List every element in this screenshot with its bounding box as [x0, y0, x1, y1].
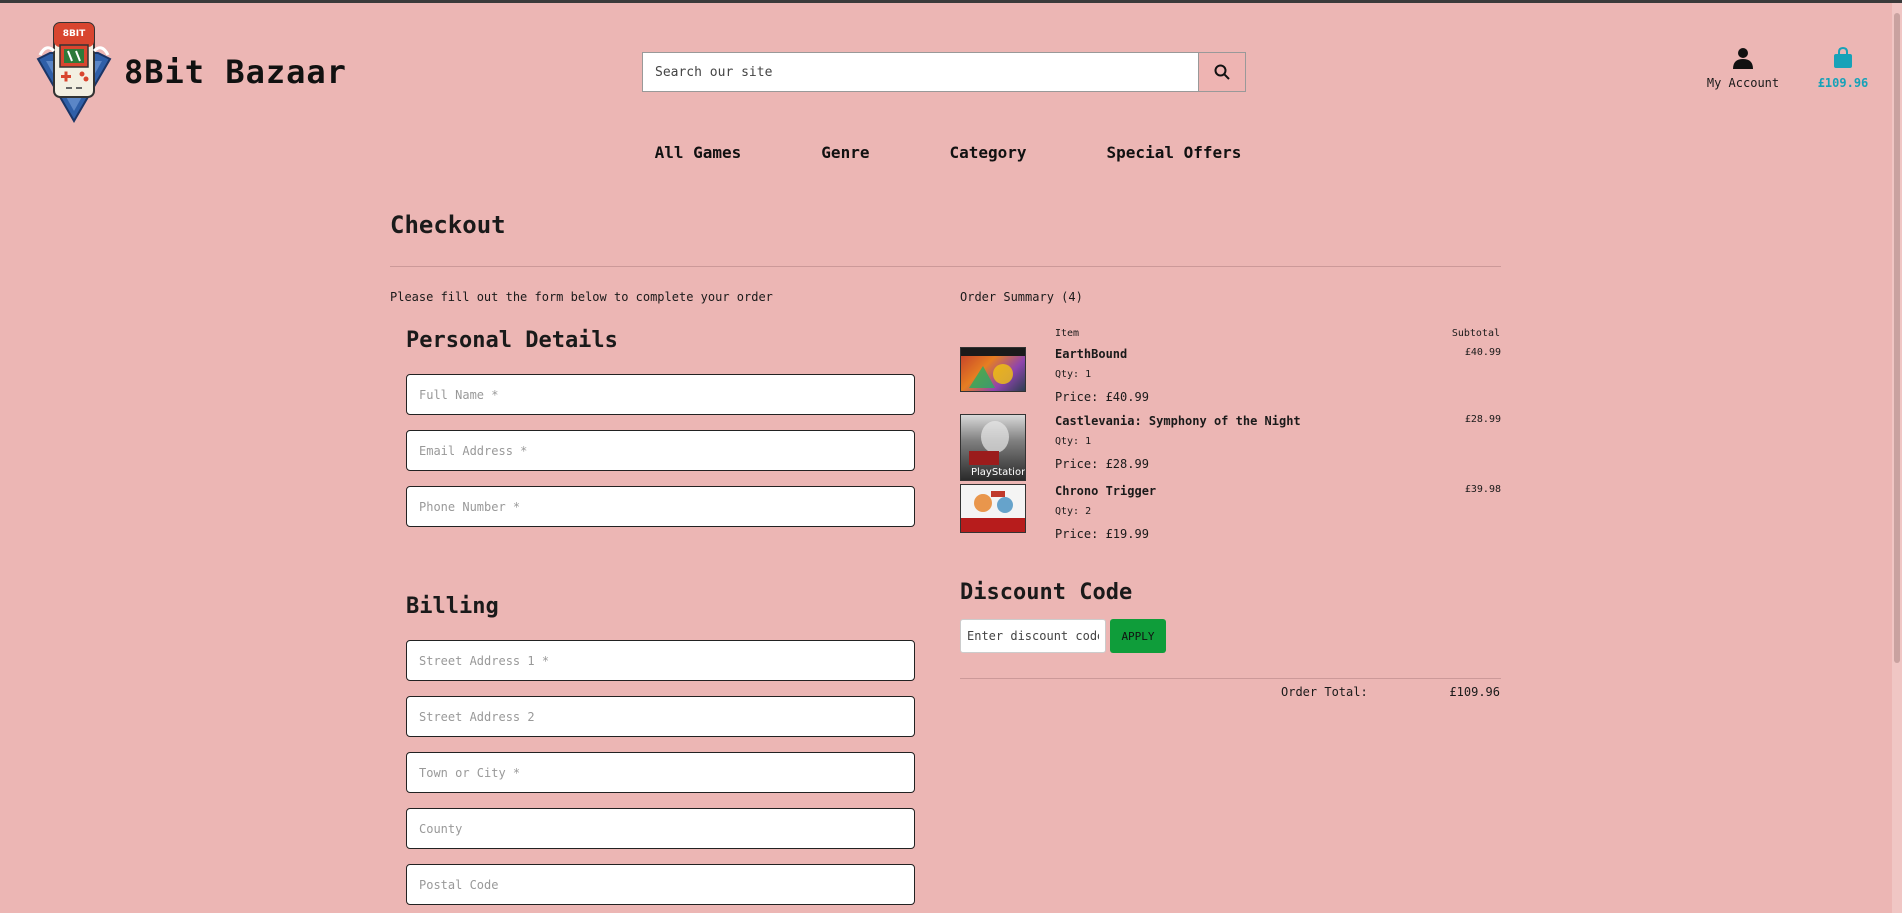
item-subtotal: £28.99 [1464, 414, 1501, 425]
billing-heading: Billing [406, 594, 499, 619]
scrollbar[interactable] [1892, 3, 1902, 913]
order-item: Chrono Trigger Qty: 2 Price: £19.99 £39.… [960, 484, 1501, 541]
item-subtotal: £40.99 [1464, 347, 1501, 358]
discount-code-input[interactable] [960, 619, 1106, 653]
item-qty: Qty: 1 [1055, 436, 1092, 447]
title-divider [390, 266, 1501, 267]
search-form [642, 52, 1246, 92]
apply-discount-button[interactable]: APPLY [1110, 619, 1166, 653]
scrollbar-thumb[interactable] [1894, 13, 1900, 663]
email-field[interactable] [406, 430, 915, 471]
town-city-field[interactable] [406, 752, 915, 793]
street-address-2-field[interactable] [406, 696, 915, 737]
item-price: Price: £19.99 [1055, 527, 1149, 541]
total-divider [960, 678, 1501, 679]
item-price: Price: £28.99 [1055, 457, 1149, 471]
nav-genre[interactable]: Genre [821, 143, 869, 162]
item-name[interactable]: Chrono Trigger [1055, 484, 1156, 498]
page-title: Checkout [390, 211, 506, 239]
full-name-field[interactable] [406, 374, 915, 415]
search-icon [1214, 64, 1230, 80]
column-header-item: Item [1055, 328, 1080, 339]
search-input[interactable] [642, 52, 1198, 92]
county-field[interactable] [406, 808, 915, 849]
item-name[interactable]: EarthBound [1055, 347, 1127, 361]
site-logo-link[interactable]: 8BIT 8Bit Bazaar [36, 21, 347, 123]
my-account-label: My Account [1706, 76, 1780, 90]
order-total-value: £109.96 [1449, 685, 1500, 699]
item-thumbnail-earthbound[interactable] [960, 347, 1026, 392]
search-button[interactable] [1198, 52, 1246, 92]
main-nav: All Games Genre Category Special Offers [0, 143, 1902, 162]
item-qty: Qty: 1 [1055, 369, 1092, 380]
logo-icon: 8BIT [36, 21, 112, 123]
nav-category[interactable]: Category [949, 143, 1026, 162]
order-item: EarthBound Qty: 1 Price: £40.99 £40.99 [960, 347, 1501, 404]
checkout-intro: Please fill out the form below to comple… [390, 290, 773, 304]
my-account-link[interactable]: My Account [1706, 47, 1780, 90]
item-subtotal: £39.98 [1464, 484, 1501, 495]
postal-code-field[interactable] [406, 864, 915, 905]
order-total-label: Order Total: [1281, 685, 1368, 699]
item-thumbnail-castlevania[interactable]: PlayStation [960, 414, 1026, 481]
item-thumbnail-chrono-trigger[interactable] [960, 484, 1026, 533]
order-summary-heading: Order Summary (4) [960, 290, 1083, 304]
nav-all-games[interactable]: All Games [655, 143, 742, 162]
personal-details-heading: Personal Details [406, 328, 618, 353]
discount-code-heading: Discount Code [960, 580, 1133, 605]
item-qty: Qty: 2 [1055, 506, 1092, 517]
phone-field[interactable] [406, 486, 915, 527]
thumbnail-caption: PlayStation [971, 467, 1026, 478]
street-address-1-field[interactable] [406, 640, 915, 681]
user-icon [1733, 48, 1753, 69]
item-name[interactable]: Castlevania: Symphony of the Night [1055, 414, 1301, 428]
cart-total: £109.96 [1817, 76, 1869, 90]
cart-link[interactable]: £109.96 [1816, 46, 1870, 90]
column-header-subtotal: Subtotal [1451, 328, 1500, 339]
item-price: Price: £40.99 [1055, 390, 1149, 404]
order-item: PlayStation Castlevania: Symphony of the… [960, 414, 1501, 482]
nav-special-offers[interactable]: Special Offers [1107, 143, 1242, 162]
shopping-bag-icon [1834, 46, 1852, 68]
svg-text:8BIT: 8BIT [63, 29, 86, 39]
brand-name[interactable]: 8Bit Bazaar [124, 53, 347, 91]
